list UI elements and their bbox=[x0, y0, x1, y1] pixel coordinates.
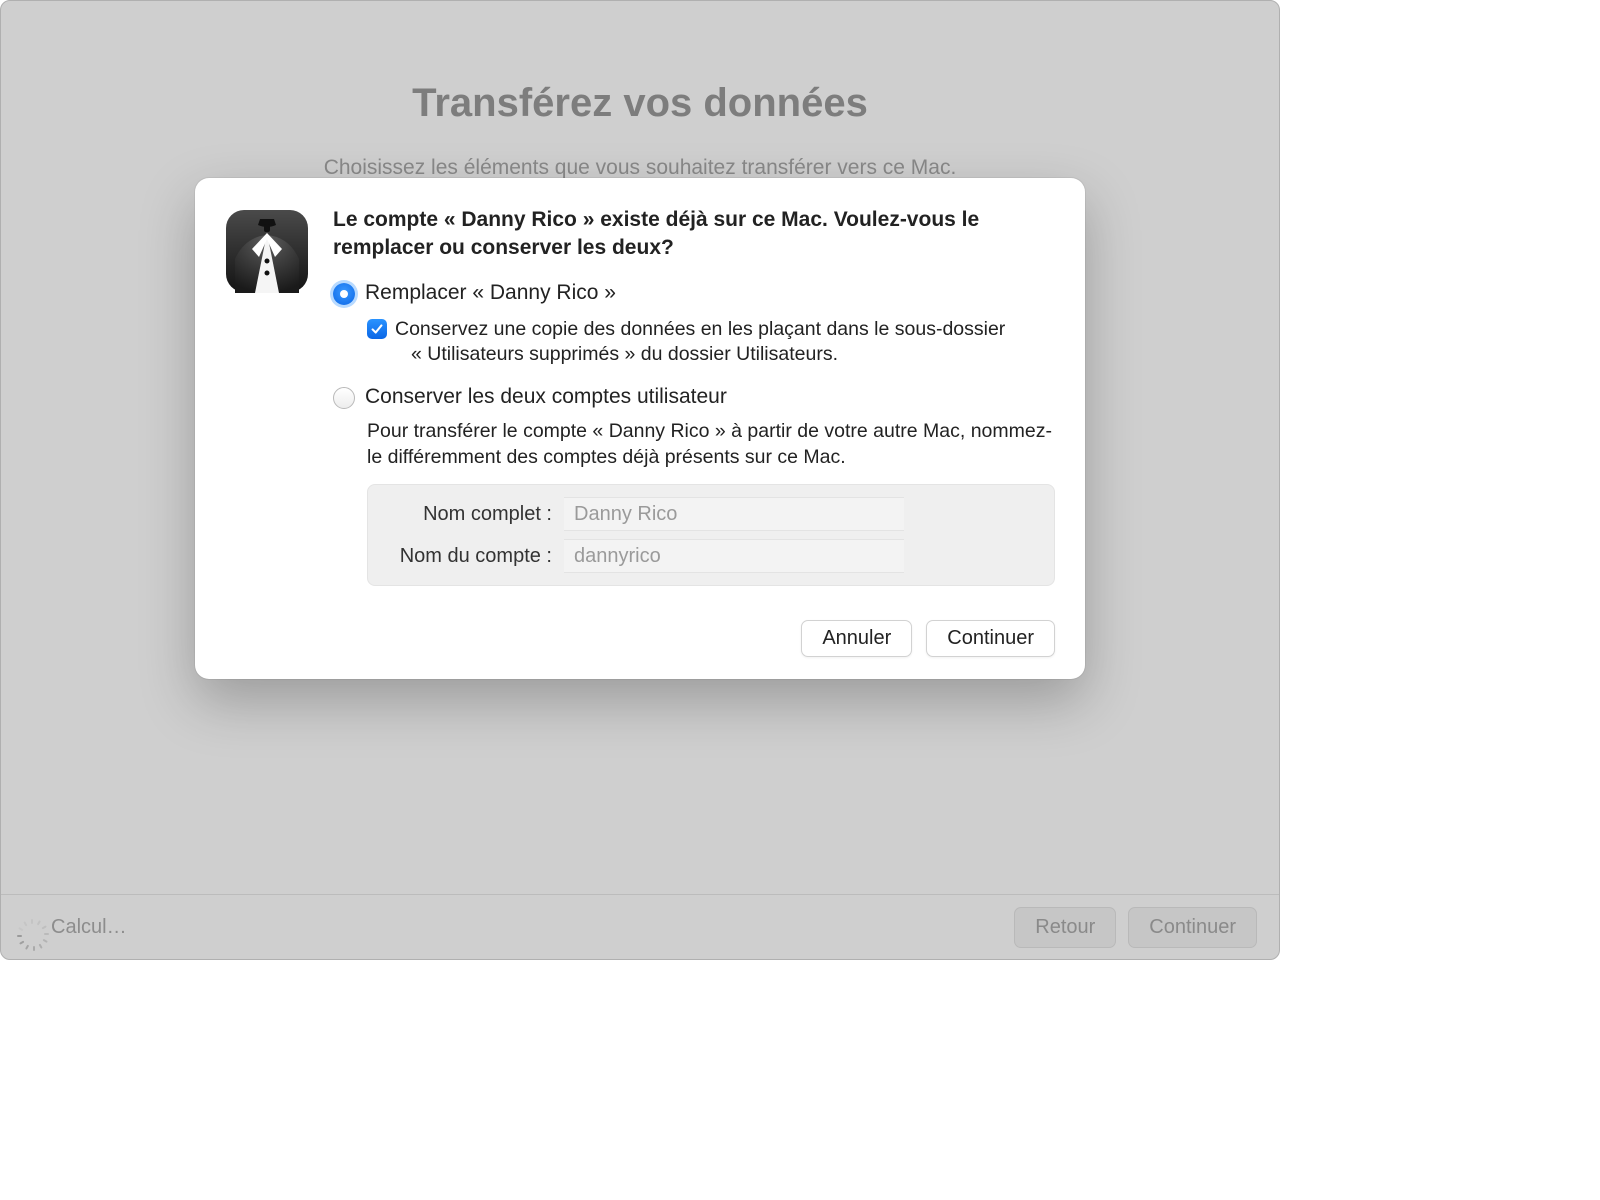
sheet-footer: Annuler Continuer bbox=[333, 620, 1055, 657]
accountname-row: Nom du compte : bbox=[382, 535, 1040, 577]
accountname-label: Nom du compte : bbox=[382, 545, 552, 568]
assistant-icon bbox=[225, 209, 309, 293]
migration-window: Transférez vos données Choisissez les él… bbox=[0, 0, 1280, 960]
continue-button[interactable]: Continuer bbox=[926, 620, 1055, 657]
spinner-icon bbox=[23, 918, 41, 936]
title-area: Transférez vos données Choisissez les él… bbox=[1, 1, 1279, 180]
cancel-button[interactable]: Annuler bbox=[801, 620, 912, 657]
fullname-row: Nom complet : bbox=[382, 493, 1040, 535]
footer-buttons: Retour Continuer bbox=[1014, 907, 1257, 948]
accountname-input[interactable] bbox=[564, 539, 904, 573]
fullname-input[interactable] bbox=[564, 497, 904, 531]
radio-keep-both[interactable] bbox=[333, 387, 355, 409]
fullname-label: Nom complet : bbox=[382, 503, 552, 526]
rename-form: Nom complet : Nom du compte : bbox=[367, 484, 1055, 586]
checkbox-keep-copy[interactable] bbox=[367, 319, 387, 339]
footer-status-area: Calcul… bbox=[23, 916, 127, 939]
radio-replace[interactable] bbox=[333, 283, 355, 305]
footer-bar: Calcul… Retour Continuer bbox=[1, 894, 1279, 959]
option-replace[interactable]: Remplacer « Danny Rico » bbox=[333, 281, 1055, 305]
page-title: Transférez vos données bbox=[1, 81, 1279, 126]
continue-button-footer[interactable]: Continuer bbox=[1128, 907, 1257, 948]
page-subtitle: Choisissez les éléments que vous souhait… bbox=[1, 156, 1279, 180]
account-conflict-sheet: Le compte « Danny Rico » existe déjà sur… bbox=[195, 178, 1085, 679]
option-keep-help: Pour transférer le compte « Danny Rico »… bbox=[367, 419, 1055, 470]
sub-option-line1: Conservez une copie des données en les p… bbox=[395, 318, 1005, 340]
option-replace-label: Remplacer « Danny Rico » bbox=[365, 281, 616, 305]
sheet-body: Le compte « Danny Rico » existe déjà sur… bbox=[333, 206, 1055, 657]
option-keep-both-label: Conserver les deux comptes utilisateur bbox=[365, 385, 727, 409]
sub-option-line2: « Utilisateurs supprimés » du dossier Ut… bbox=[395, 342, 1005, 367]
sub-option-text: Conservez une copie des données en les p… bbox=[395, 317, 1005, 368]
footer-status-text: Calcul… bbox=[51, 916, 127, 939]
back-button[interactable]: Retour bbox=[1014, 907, 1116, 948]
option-keep-both[interactable]: Conserver les deux comptes utilisateur bbox=[333, 385, 1055, 409]
sub-option-keep-copy[interactable]: Conservez une copie des données en les p… bbox=[367, 317, 1055, 368]
sheet-heading: Le compte « Danny Rico » existe déjà sur… bbox=[333, 206, 1055, 263]
